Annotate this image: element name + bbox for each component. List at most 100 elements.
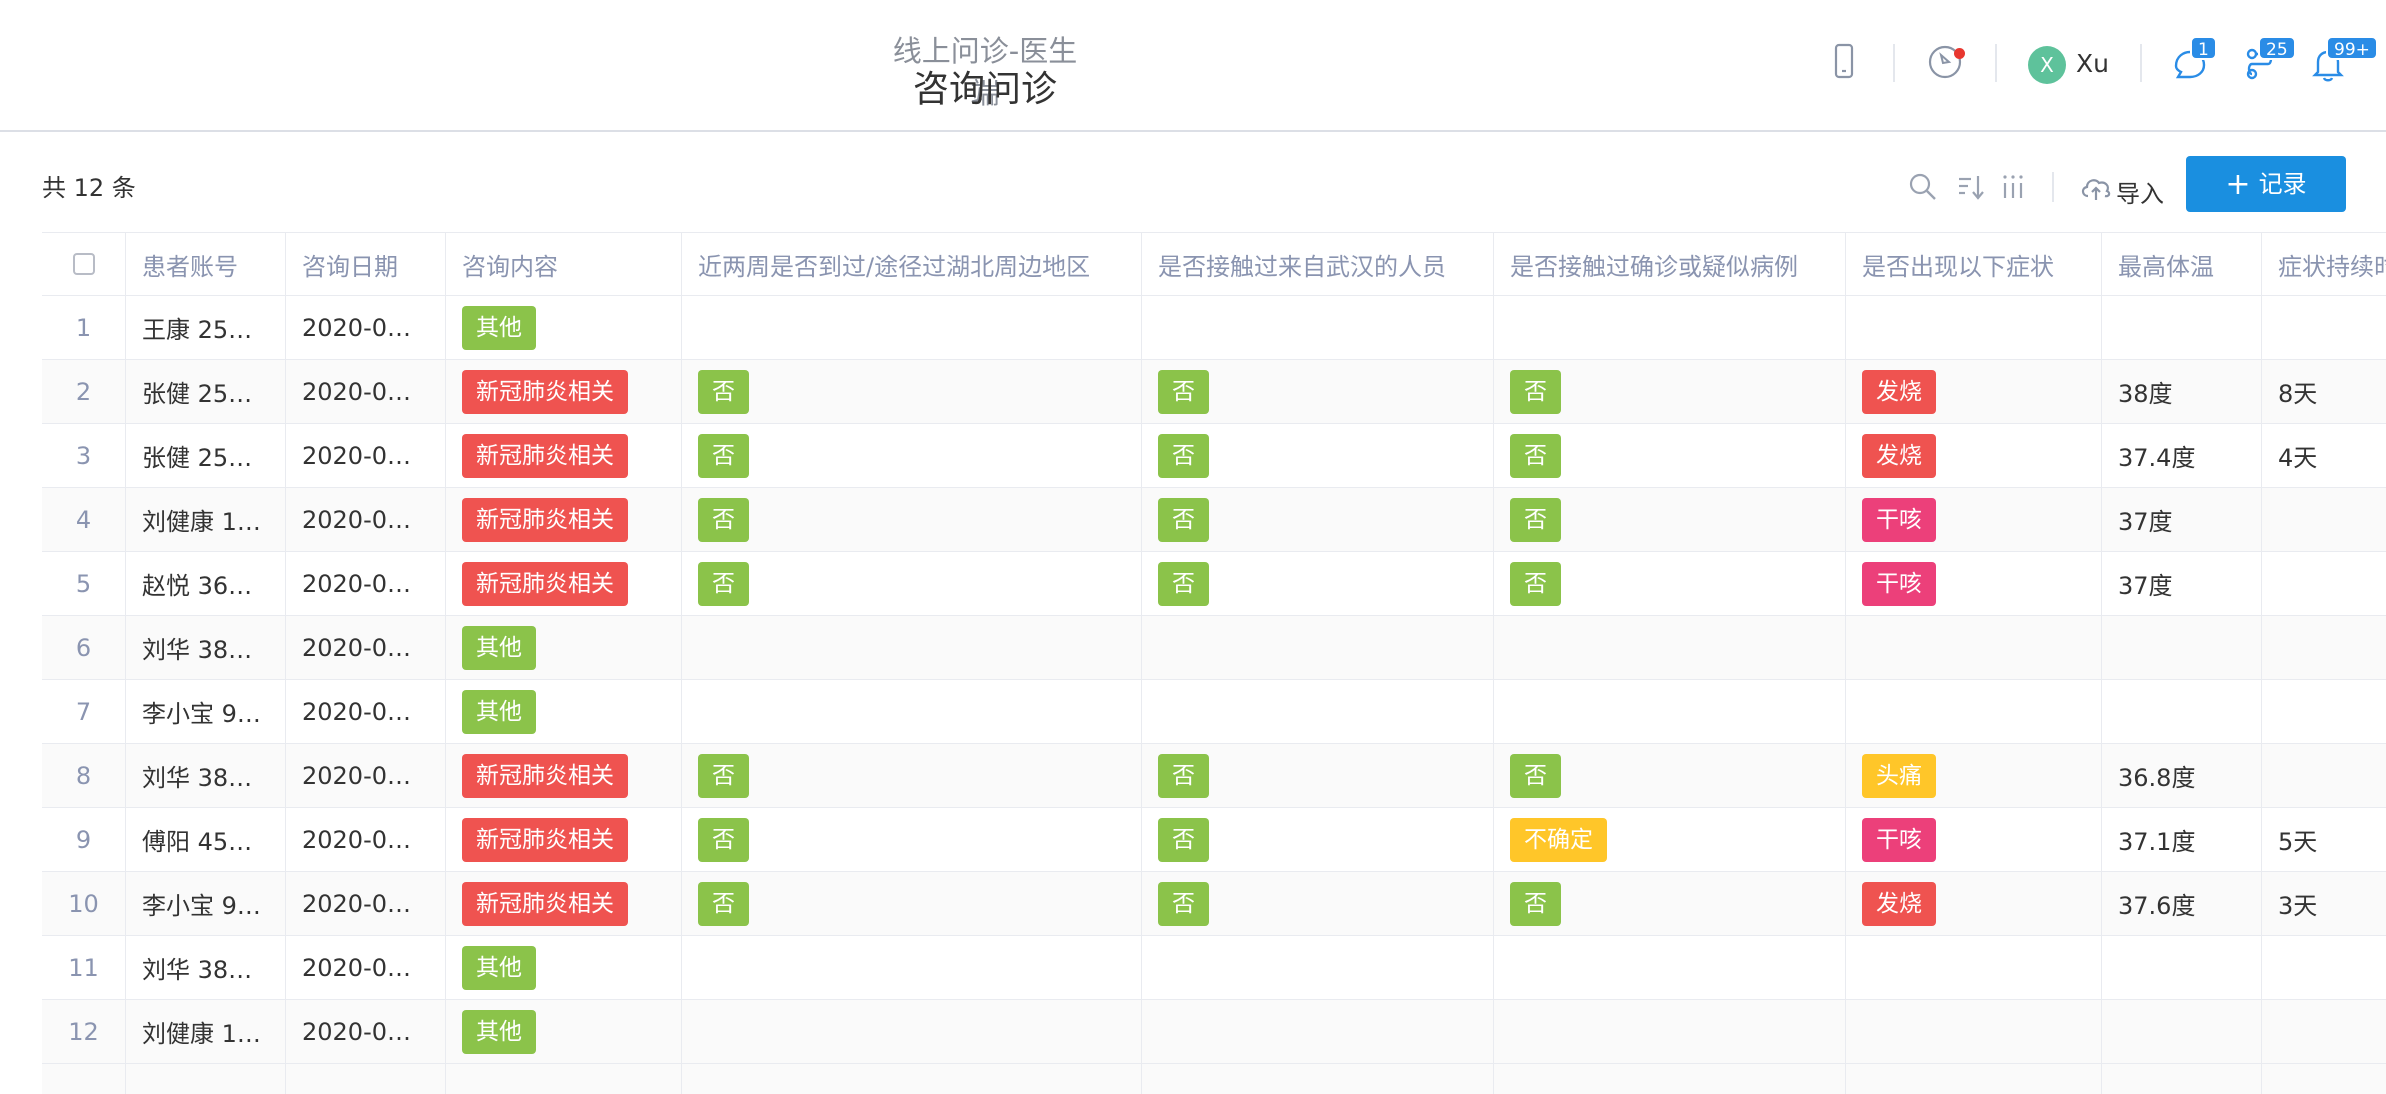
date-text: 2020-0…: [302, 697, 412, 726]
case-contact-cell: [1494, 616, 1846, 679]
column-header[interactable]: 近两周是否到过/途径过湖北周边地区: [682, 233, 1142, 295]
date-text: 2020-0…: [302, 953, 412, 982]
empty-cell: [1494, 1064, 1846, 1094]
import-button[interactable]: 导入: [2116, 174, 2164, 209]
row-number-text: 7: [75, 697, 92, 726]
table-row[interactable]: 7 李小宝 9… 2020-0… 其他: [42, 680, 2386, 744]
table-row[interactable]: 12 刘健康 1… 2020-0… 其他: [42, 1000, 2386, 1064]
status-tag: 否: [1510, 433, 1561, 478]
add-record-button[interactable]: + 记录: [2186, 156, 2346, 212]
case-contact-cell: [1494, 1000, 1846, 1063]
table-row[interactable]: 3 张健 25… 2020-0… 新冠肺炎相关 否 否 否 发烧 37.4度 4天: [42, 424, 2386, 488]
status-tag: 否: [1158, 817, 1209, 862]
account-cell: 李小宝 9…: [126, 872, 286, 935]
column-header[interactable]: 症状持续时: [2262, 233, 2386, 295]
date-text: 2020-0…: [302, 313, 412, 342]
duration-cell: 5天: [2262, 808, 2386, 871]
status-tag: 否: [698, 433, 749, 478]
symptom-cell: [1846, 680, 2102, 743]
row-number-cell: 5: [42, 552, 126, 615]
date-cell: 2020-0…: [286, 296, 446, 359]
temperature-text: 38度: [2118, 380, 2173, 408]
column-header[interactable]: 是否接触过来自武汉的人员: [1142, 233, 1494, 295]
empty-cell: [2102, 1064, 2262, 1094]
column-header[interactable]: 是否出现以下症状: [1846, 233, 2102, 295]
cloud-upload-icon[interactable]: [2078, 170, 2114, 204]
account-text: 刘华 38…: [142, 956, 253, 984]
notification-dot: [1954, 48, 1965, 59]
row-number-cell: 9: [42, 808, 126, 871]
row-number-cell: 1: [42, 296, 126, 359]
temperature-cell: 37度: [2102, 552, 2262, 615]
hubei-cell: 否: [682, 552, 1142, 615]
content-cell: 其他: [446, 296, 682, 359]
temperature-cell: 36.8度: [2102, 744, 2262, 807]
wuhan-contact-cell: 否: [1142, 424, 1494, 487]
status-tag: 否: [698, 497, 749, 542]
column-header[interactable]: 是否接触过确诊或疑似病例: [1494, 233, 1846, 295]
symptom-cell: [1846, 296, 2102, 359]
sort-icon[interactable]: [1954, 170, 1988, 204]
duration-cell: [2262, 936, 2386, 999]
table-row[interactable]: 11 刘华 38… 2020-0… 其他: [42, 936, 2386, 1000]
search-icon[interactable]: [1906, 170, 1940, 204]
temperature-cell: 37.6度: [2102, 872, 2262, 935]
symptom-cell: [1846, 616, 2102, 679]
temperature-text: 37度: [2118, 508, 2173, 536]
wuhan-contact-cell: [1142, 936, 1494, 999]
empty-cell: [1142, 1064, 1494, 1094]
column-header[interactable]: 患者账号: [126, 233, 286, 295]
status-tag: 否: [1510, 369, 1561, 414]
columns-icon[interactable]: [1996, 170, 2030, 204]
column-header[interactable]: 咨询日期: [286, 233, 446, 295]
table-row[interactable]: 8 刘华 38… 2020-0… 新冠肺炎相关 否 否 否 头痛 36.8度: [42, 744, 2386, 808]
status-tag: 否: [698, 817, 749, 862]
status-tag: 否: [698, 369, 749, 414]
hubei-cell: 否: [682, 360, 1142, 423]
row-number-text: 6: [75, 633, 92, 662]
mobile-icon[interactable]: [1824, 41, 1864, 81]
table-row[interactable]: 6 刘华 38… 2020-0… 其他: [42, 616, 2386, 680]
duration-cell: [2262, 680, 2386, 743]
column-header[interactable]: 最高体温: [2102, 233, 2262, 295]
table-row[interactable]: 10 李小宝 9… 2020-0… 新冠肺炎相关 否 否 否 发烧 37.6度 3天: [42, 872, 2386, 936]
temperature-text: 37.6度: [2118, 892, 2196, 920]
hubei-cell: 否: [682, 488, 1142, 551]
status-tag: 否: [1158, 753, 1209, 798]
account-cell: 傅阳 45…: [126, 808, 286, 871]
date-cell: 2020-0…: [286, 424, 446, 487]
symptom-cell: [1846, 1000, 2102, 1063]
status-tag: 干咳: [1862, 817, 1936, 862]
table-row[interactable]: 5 赵悦 36… 2020-0… 新冠肺炎相关 否 否 否 干咳 37度: [42, 552, 2386, 616]
toolbar-divider: [2052, 172, 2054, 202]
content-cell: 新冠肺炎相关: [446, 872, 682, 935]
symptom-cell: 干咳: [1846, 552, 2102, 615]
content-cell: 新冠肺炎相关: [446, 424, 682, 487]
table-row[interactable]: 9 傅阳 45… 2020-0… 新冠肺炎相关 否 否 不确定 干咳 37.1度 5天: [42, 808, 2386, 872]
bell-badge: 99+: [2326, 36, 2378, 60]
select-all-checkbox[interactable]: [72, 253, 95, 275]
column-header[interactable]: 咨询内容: [446, 233, 682, 295]
compass-icon[interactable]: [1925, 41, 1965, 81]
user-name[interactable]: Xu: [2076, 49, 2109, 78]
account-text: 刘健康 1…: [142, 1020, 261, 1048]
account-text: 傅阳 45…: [142, 828, 253, 856]
status-tag: 不确定: [1510, 817, 1607, 862]
hubei-cell: 否: [682, 808, 1142, 871]
wuhan-contact-cell: [1142, 616, 1494, 679]
table-row[interactable]: 4 刘健康 1… 2020-0… 新冠肺炎相关 否 否 否 干咳 37度: [42, 488, 2386, 552]
account-text: 李小宝 9…: [142, 892, 261, 920]
status-tag: 发烧: [1862, 881, 1936, 926]
case-contact-cell: 否: [1494, 552, 1846, 615]
account-text: 刘华 38…: [142, 636, 253, 664]
table-row[interactable]: 2 张健 25… 2020-0… 新冠肺炎相关 否 否 否 发烧 38度 8天: [42, 360, 2386, 424]
wuhan-contact-cell: [1142, 296, 1494, 359]
wuhan-contact-cell: 否: [1142, 360, 1494, 423]
avatar[interactable]: X: [2028, 46, 2066, 84]
status-tag: 新冠肺炎相关: [462, 881, 628, 926]
date-text: 2020-0…: [302, 889, 412, 918]
row-number-text: 2: [75, 377, 92, 406]
workflow-badge: 25: [2258, 36, 2296, 60]
date-cell: 2020-0…: [286, 744, 446, 807]
table-row[interactable]: 1 王康 25… 2020-0… 其他: [42, 296, 2386, 360]
